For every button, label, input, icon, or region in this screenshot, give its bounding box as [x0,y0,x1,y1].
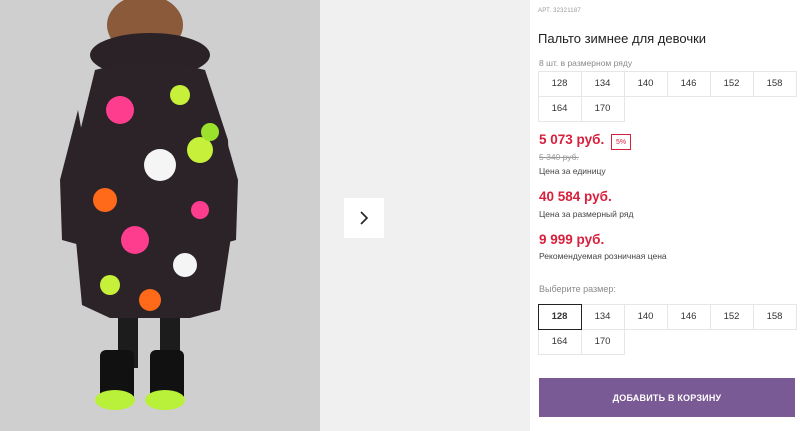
size-option-128[interactable]: 128 [537,303,582,330]
size-row-grid: 128 134 140 146 152 158 164 170 [537,70,797,122]
size-option-158[interactable]: 158 [752,303,797,330]
unit-price: 5 073 руб. [539,132,605,147]
size-row-price-caption: Цена за размерный ряд [539,209,634,219]
size-option-152[interactable]: 152 [709,303,754,330]
product-title: Пальто зимнее для девочки [538,31,707,46]
product-gallery [0,0,530,431]
size-row-note: 8 шт. в размерном ряду [539,58,633,68]
choose-size-label: Выберите размер: [539,284,616,294]
size-option-170[interactable]: 170 [580,328,625,355]
size-row-cell: 128 [537,70,582,97]
size-selector: 128 134 140 146 152 158 164 170 [537,303,797,355]
size-option-140[interactable]: 140 [623,303,668,330]
size-row-cell: 152 [709,70,754,97]
product-sku: АРТ. 32321187 [538,8,581,14]
recommended-retail-price: 9 999 руб. [539,232,605,247]
size-row-cell: 146 [666,70,711,97]
add-to-cart-button[interactable]: ДОБАВИТЬ В КОРЗИНУ [539,378,795,417]
product-info-panel: АРТ. 32321187 Пальто зимнее для девочки … [537,0,800,431]
unit-price-caption: Цена за единицу [539,166,606,176]
size-row-price: 40 584 руб. [539,189,612,204]
size-row-cell: 140 [623,70,668,97]
size-option-164[interactable]: 164 [537,328,582,355]
size-row-cell: 164 [537,95,582,122]
product-photo[interactable] [0,0,320,431]
size-option-134[interactable]: 134 [580,303,625,330]
recommended-retail-caption: Рекомендуемая розничная цена [539,251,667,261]
discount-badge: 5% [611,134,631,150]
size-row-cell: 158 [752,70,797,97]
size-option-146[interactable]: 146 [666,303,711,330]
gallery-next-button[interactable] [344,198,384,238]
size-row-cell: 170 [580,95,625,122]
old-price: 5 340 руб. [539,152,579,162]
size-row-cell: 134 [580,70,625,97]
chevron-right-icon [360,211,369,225]
coat-illustration [0,0,320,431]
